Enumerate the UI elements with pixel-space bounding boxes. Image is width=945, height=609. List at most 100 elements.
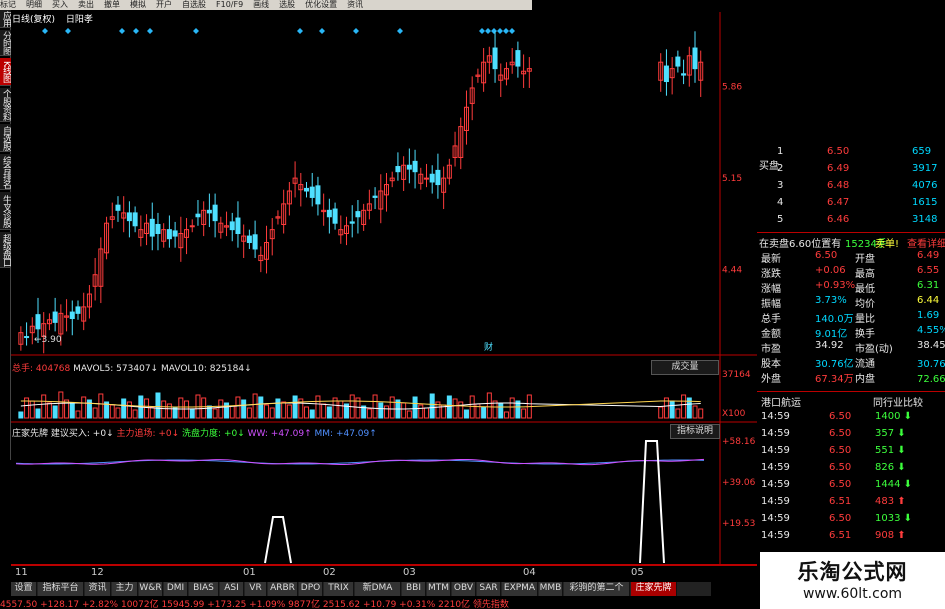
candle-body xyxy=(206,209,212,214)
volume-bar xyxy=(304,406,310,419)
bottom-tab-9[interactable]: ARBR xyxy=(268,582,298,596)
candle-body xyxy=(172,230,178,237)
bottom-tab-17[interactable]: EXPMA xyxy=(502,582,538,596)
volume-bar xyxy=(292,395,298,419)
candle-body xyxy=(692,47,698,70)
volume-bar xyxy=(412,396,418,419)
candle-body xyxy=(429,173,435,183)
volume-bar xyxy=(58,391,64,419)
bottom-tab-16[interactable]: SAR xyxy=(477,582,501,596)
bottom-tab-19[interactable]: 彩驹的第二个 xyxy=(564,582,630,596)
volume-bar xyxy=(498,403,504,419)
quote-label-5: 金额 xyxy=(761,329,781,340)
bottom-tab-13[interactable]: BBI xyxy=(402,582,426,596)
bottom-tab-14[interactable]: MTM xyxy=(427,582,451,596)
bottom-tab-15[interactable]: OBV xyxy=(452,582,476,596)
x-tick-1: 12 xyxy=(91,567,104,578)
quote-value-8: 67.34万 xyxy=(815,374,854,385)
trade-time-7: 14:59 xyxy=(761,530,790,541)
volume-bar xyxy=(235,396,241,419)
candle-body xyxy=(126,212,132,222)
signal-marker xyxy=(485,28,491,34)
bottom-tab-3[interactable]: 主力 xyxy=(112,582,138,596)
bottom-tab-5[interactable]: DMI xyxy=(164,582,188,596)
low-label: ←3.90 xyxy=(34,335,62,345)
volume-bar xyxy=(115,407,121,419)
buy-price-1: 6.49 xyxy=(827,163,850,174)
trade-time-2: 14:59 xyxy=(761,445,790,456)
bottom-tab-18[interactable]: MMB xyxy=(539,582,563,596)
signal-marker xyxy=(119,28,125,34)
quote-label-7: 股本 xyxy=(761,359,781,370)
bottom-tab-1[interactable]: 指标平台 xyxy=(38,582,84,596)
candle-body xyxy=(675,56,681,67)
volume-bar xyxy=(389,396,395,419)
candle-body xyxy=(406,164,412,170)
status-text: 4557.50 +128.17 +2.82% 10072亿 15945.99 +… xyxy=(0,600,509,609)
bottom-tab-8[interactable]: VR xyxy=(245,582,267,596)
bottom-tab-11[interactable]: TRIX xyxy=(324,582,354,596)
quote-label-6: 市盈 xyxy=(761,344,781,355)
indicator-help-button[interactable]: 指标说明 xyxy=(670,424,720,439)
candle-body xyxy=(252,234,258,250)
quote-value2-5: 4.55% xyxy=(917,325,945,336)
quote-value2-6: 38.45 xyxy=(917,340,945,351)
bottom-tab-6[interactable]: BIAS xyxy=(189,582,219,596)
watermark-title: 乐淘公式网 xyxy=(797,560,908,584)
quote-panel: 买盘 1 6.50 659 2 6.49 3917 3 6.48 4076 4 6.47 1615 5 6.… xyxy=(757,140,945,550)
volume-bar xyxy=(18,411,24,419)
volume-bar xyxy=(241,399,247,419)
candle-body xyxy=(395,166,401,173)
candle-body xyxy=(235,217,241,235)
candle-body xyxy=(349,221,355,224)
volume-bar xyxy=(29,400,35,419)
volume-bar xyxy=(155,392,161,419)
bottom-tab-12[interactable]: 新DMA xyxy=(355,582,401,596)
volume-bar xyxy=(229,405,235,419)
volume-bar xyxy=(406,410,412,419)
candle-body xyxy=(115,204,121,211)
volume-mavol5: MAVOL5: 573407 xyxy=(73,364,151,374)
quote-label2-8: 内盘 xyxy=(855,374,875,385)
candle-body xyxy=(412,160,418,173)
trade-price-0: 6.50 xyxy=(829,411,852,422)
sell-info-text: 在卖盘6.60位置有 xyxy=(759,239,842,250)
buy-price-3: 6.47 xyxy=(827,197,850,208)
volume-bar xyxy=(281,401,287,419)
bottom-tab-20[interactable]: 庄家先牌 xyxy=(631,582,677,596)
bottom-tab-0[interactable]: 设置 xyxy=(11,582,37,596)
quote-label2-4: 量比 xyxy=(855,314,875,325)
sector-compare[interactable]: 同行业比较 xyxy=(873,394,923,409)
x-tick-0: 11 xyxy=(15,567,28,578)
bottom-tab-4[interactable]: W&R xyxy=(139,582,163,596)
indicator-zhuli: 主力追场: +0 xyxy=(116,429,172,439)
trade-volume-4: 1444 ⬇ xyxy=(875,479,913,490)
volume-bar xyxy=(418,404,424,419)
watermark-url: www.60lt.com xyxy=(802,586,903,602)
bottom-tab-2[interactable]: 资讯 xyxy=(85,582,111,596)
sell-info-detail[interactable]: 查看详细 xyxy=(907,235,945,250)
sector-name[interactable]: 港口航运 xyxy=(761,394,801,409)
candle-body xyxy=(155,223,161,235)
buy-level-4: 5 xyxy=(777,214,784,225)
buy-volume-4: 3148 xyxy=(912,214,938,225)
buy-volume-1: 3917 xyxy=(912,163,938,174)
volume-button[interactable]: 成交量 xyxy=(651,360,719,375)
quote-value2-8: 72.66万 xyxy=(917,374,945,385)
quote-value-7: 30.76亿 xyxy=(815,359,854,370)
quote-label-4: 总手 xyxy=(761,314,781,325)
bottom-tab-10[interactable]: DPO xyxy=(299,582,323,596)
trade-price-5: 6.51 xyxy=(829,496,852,507)
indicator-buy: 建议买入: +0 xyxy=(50,429,107,439)
trade-time-5: 14:59 xyxy=(761,496,790,507)
buy-volume-0: 659 xyxy=(912,146,932,157)
buy-volume-2: 4076 xyxy=(912,180,938,191)
signal-marker xyxy=(509,28,515,34)
price-tick-1: 5.15 xyxy=(722,174,742,184)
candle-body xyxy=(309,186,315,198)
volume-bar xyxy=(658,406,664,419)
bottom-tab-7[interactable]: ASI xyxy=(220,582,244,596)
candle-body xyxy=(326,209,332,218)
candle-body xyxy=(304,187,310,192)
candle-body xyxy=(52,311,58,323)
